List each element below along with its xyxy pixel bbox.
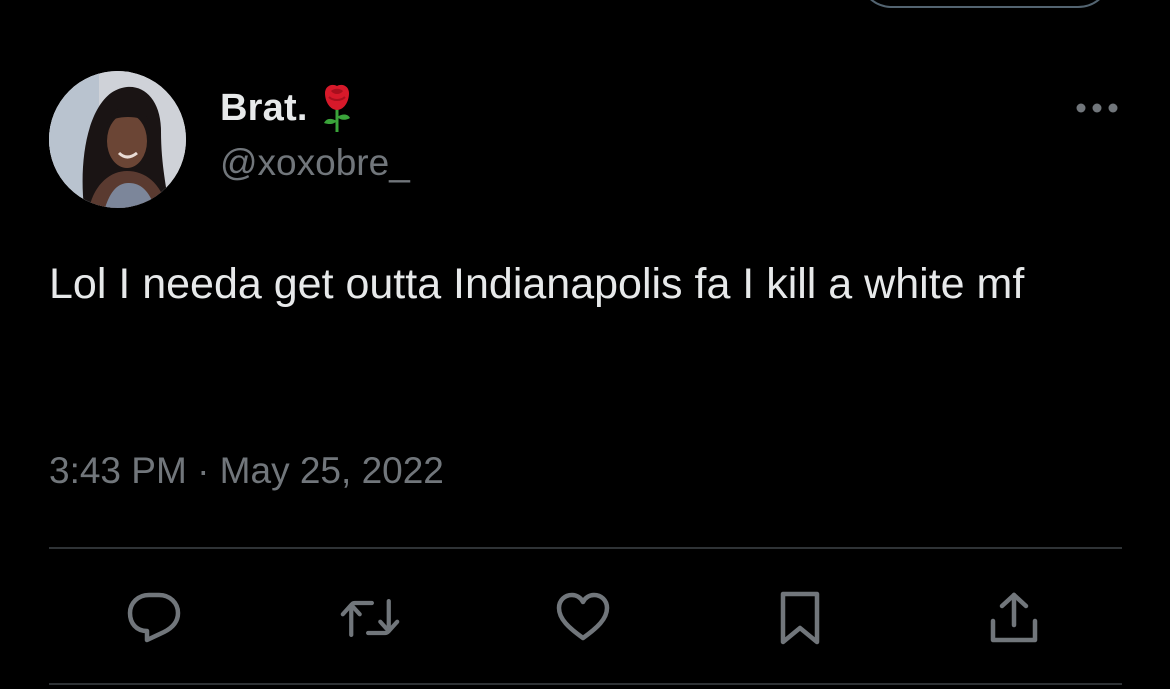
retweet-icon bbox=[340, 599, 400, 637]
reply-button[interactable] bbox=[124, 588, 184, 648]
bookmark-button[interactable] bbox=[770, 588, 830, 648]
divider bbox=[49, 547, 1122, 549]
tweet-text: Lol I needa get outta Indianapolis fa I … bbox=[49, 260, 1025, 308]
author-name-row[interactable]: Brat. bbox=[220, 80, 354, 136]
share-icon bbox=[990, 592, 1038, 643]
author-handle[interactable]: @xoxobre_ bbox=[220, 142, 410, 184]
avatar-photo bbox=[49, 71, 186, 208]
like-button[interactable] bbox=[553, 588, 613, 648]
author-display-name[interactable]: Brat. bbox=[220, 87, 308, 130]
rose-icon bbox=[323, 84, 350, 132]
bookmark-icon bbox=[780, 591, 820, 645]
share-button[interactable] bbox=[984, 588, 1044, 648]
divider bbox=[49, 683, 1122, 685]
tweet-detail-page: Brat. @xoxobre_ Lol I needa get outta In… bbox=[0, 0, 1170, 689]
retweet-button[interactable] bbox=[340, 588, 400, 648]
follow-button[interactable] bbox=[858, 0, 1112, 8]
tweet-timestamp[interactable]: 3:43 PM · May 25, 2022 bbox=[49, 450, 444, 492]
more-icon[interactable] bbox=[1074, 98, 1120, 118]
reply-icon bbox=[127, 592, 181, 643]
heart-icon bbox=[556, 592, 610, 641]
avatar[interactable] bbox=[49, 71, 186, 208]
